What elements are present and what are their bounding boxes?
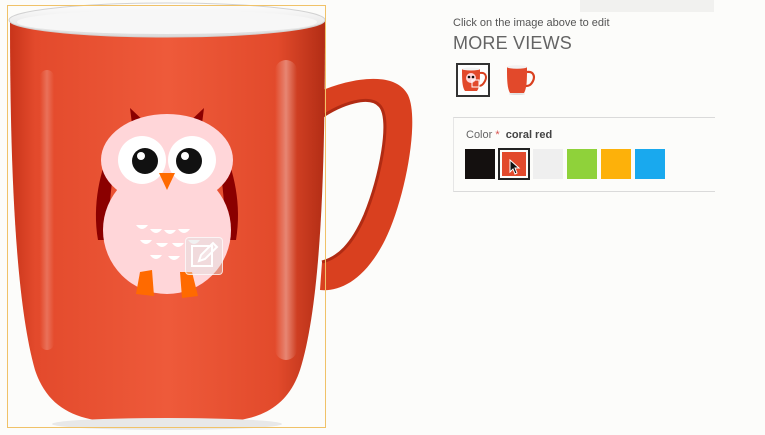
mug-illustration — [8, 2, 413, 430]
product-image[interactable] — [0, 0, 440, 435]
edit-hint-text: Click on the image above to edit — [453, 17, 610, 29]
color-swatch-lime-green[interactable] — [566, 148, 598, 180]
pencil-edit-icon[interactable] — [185, 237, 223, 275]
swatch-fill — [533, 149, 563, 179]
swatch-fill — [567, 149, 597, 179]
color-swatch-white[interactable] — [532, 148, 564, 180]
selected-color-value: coral red — [505, 129, 553, 141]
mug-owl-thumbnail[interactable] — [456, 63, 490, 97]
swatch-fill — [635, 149, 665, 179]
mug-plain-thumbnail[interactable] — [502, 63, 536, 97]
color-label: Color — [466, 129, 493, 141]
color-swatch-black[interactable] — [464, 148, 496, 180]
color-option-label: Color * coral red — [466, 129, 552, 141]
more-views-title: MORE VIEWS — [453, 33, 573, 53]
color-swatch-sky-blue[interactable] — [634, 148, 666, 180]
color-swatch-coral-red[interactable] — [498, 148, 530, 180]
color-swatch-amber[interactable] — [600, 148, 632, 180]
swatch-fill — [601, 149, 631, 179]
swatch-fill — [465, 149, 495, 179]
color-options-panel: Color * coral red — [453, 117, 715, 192]
mouse-cursor-icon — [509, 159, 521, 175]
header-strip — [580, 0, 714, 12]
required-marker: * — [495, 129, 500, 141]
